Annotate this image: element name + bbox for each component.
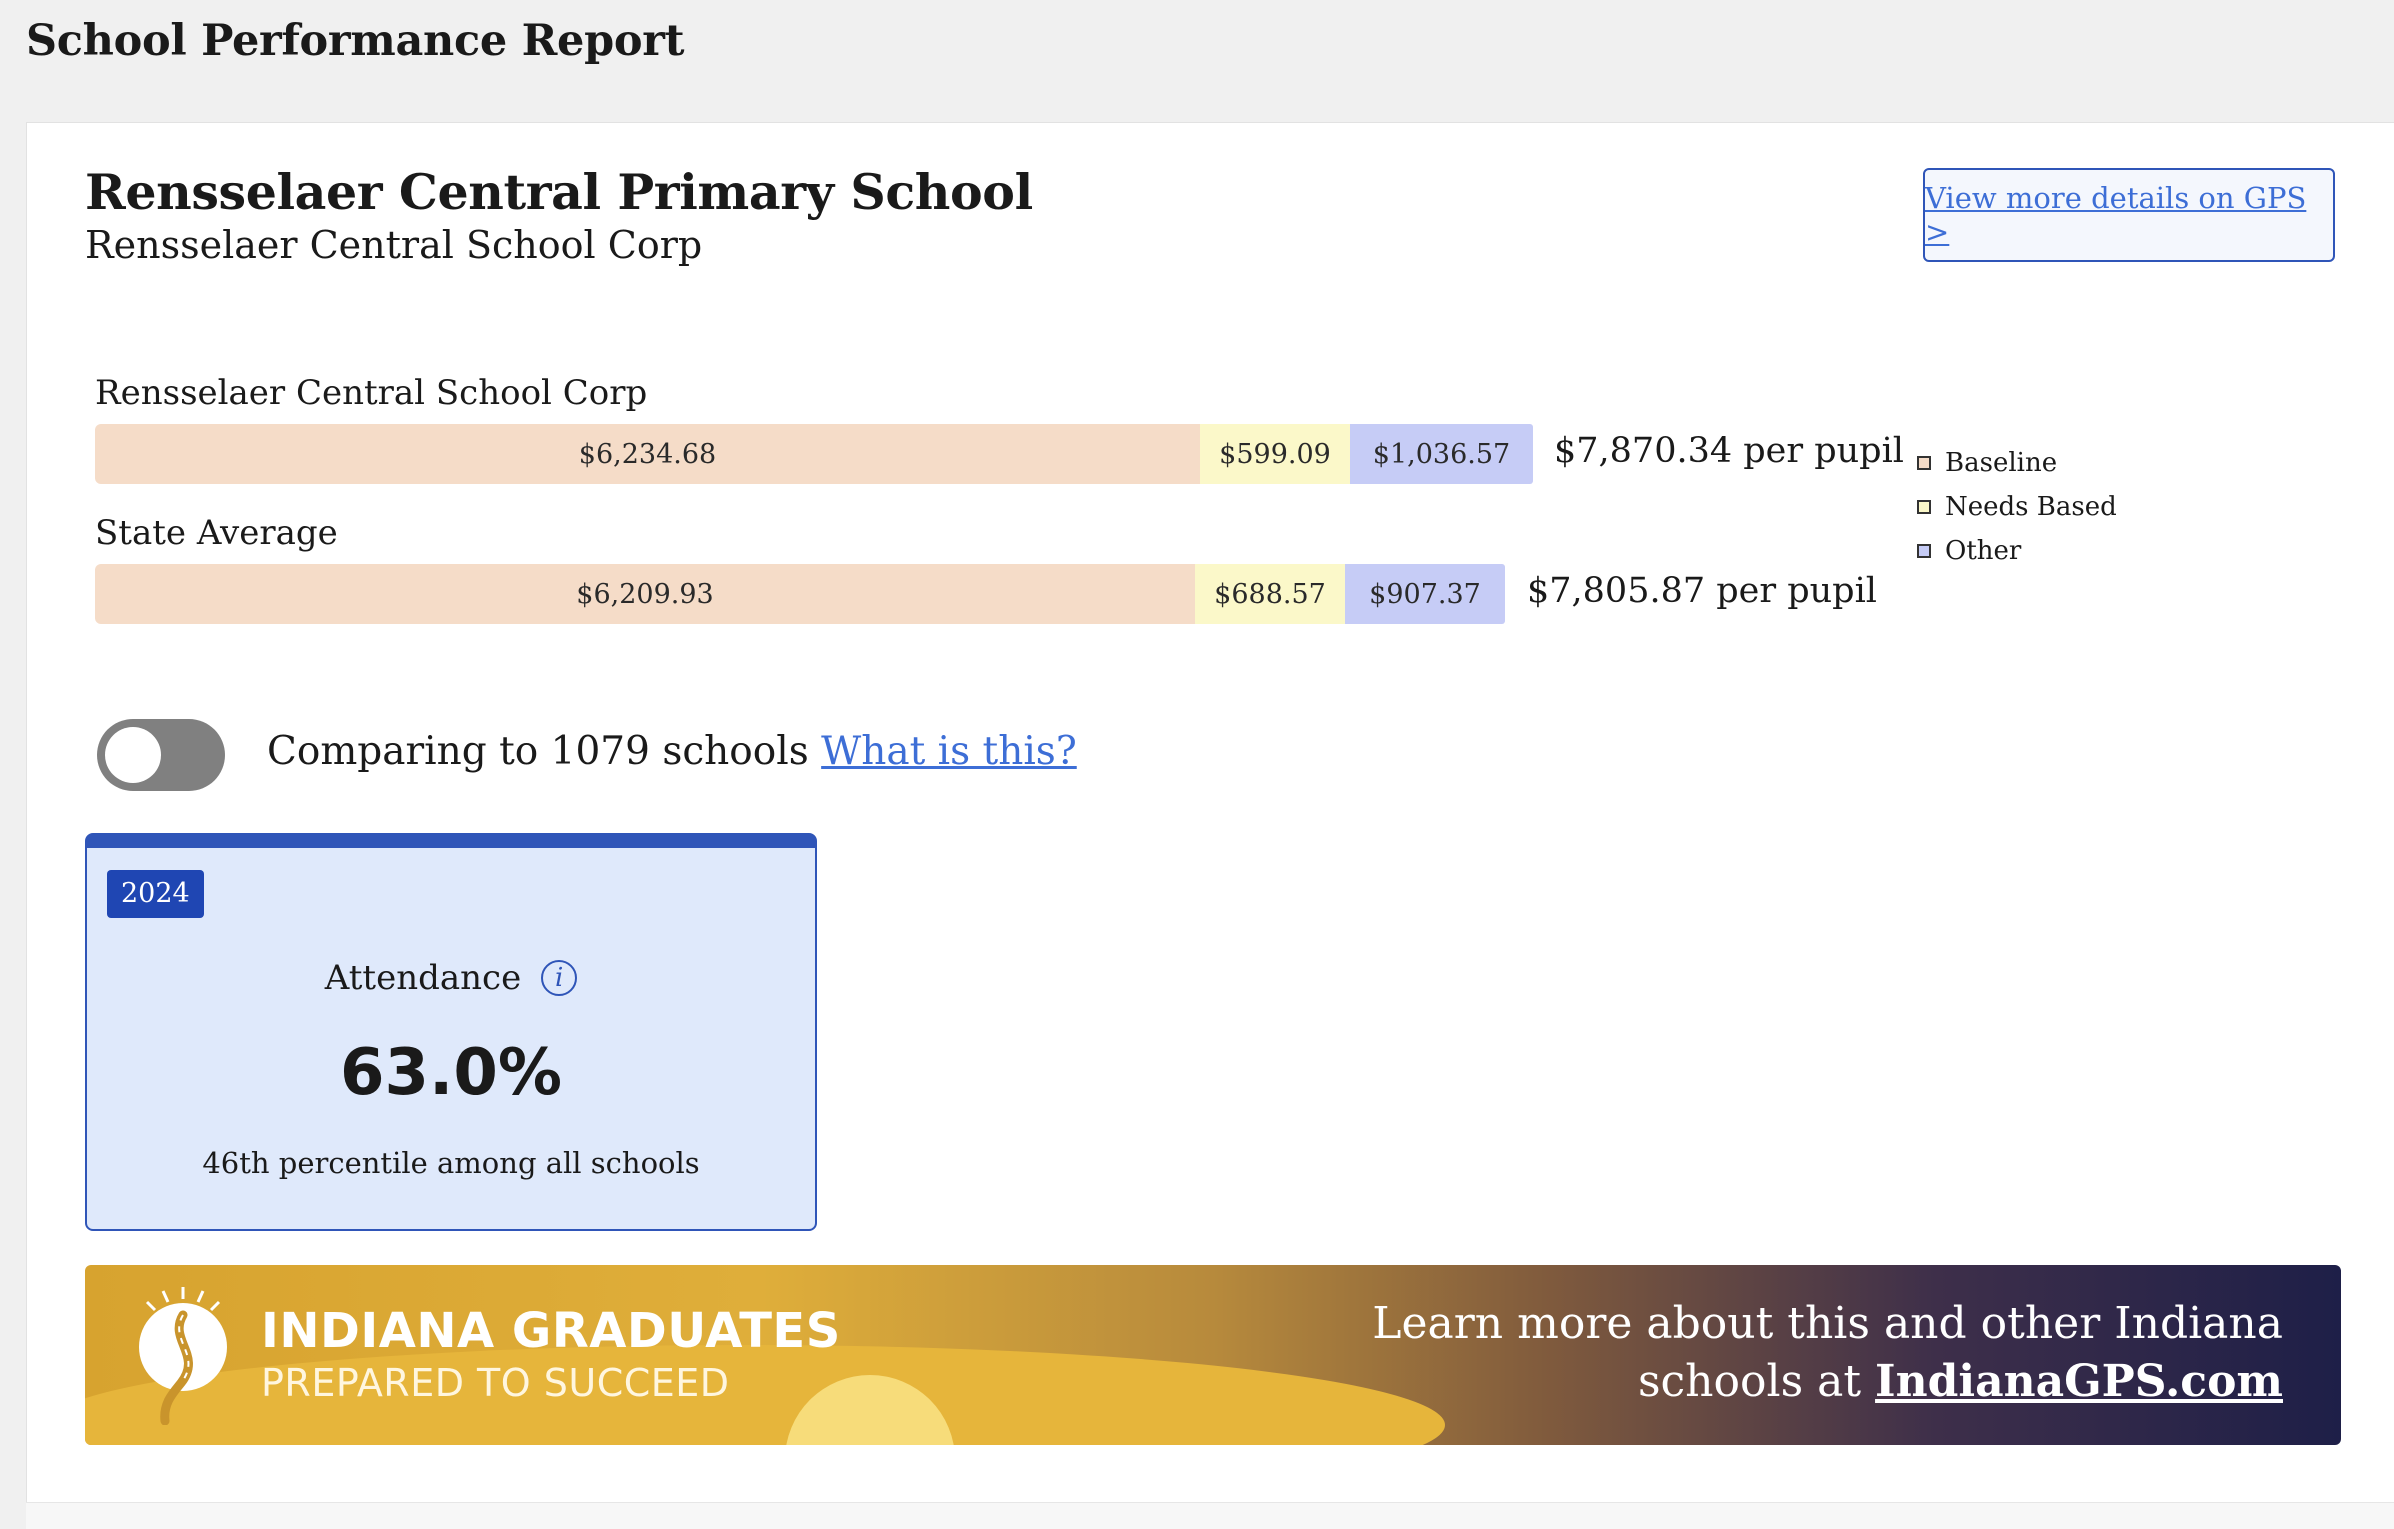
indiana-graduates-logo-icon xyxy=(139,1287,227,1425)
view-gps-details-button[interactable]: View more details on GPS > xyxy=(1923,168,2335,262)
comparison-text-row: Comparing to 1079 schools What is this? xyxy=(267,729,1077,774)
baseline-segment: $6,234.68 xyxy=(95,424,1200,484)
info-icon[interactable]: i xyxy=(541,960,578,996)
legend-item-other: Other xyxy=(1917,529,2117,573)
bottom-strip xyxy=(26,1502,2394,1529)
baseline-segment: $6,209.93 xyxy=(95,564,1195,624)
legend-label: Needs Based xyxy=(1945,492,2117,522)
funding-bar-state: $6,209.93 $688.57 $907.37 xyxy=(95,564,1505,624)
toggle-knob xyxy=(105,727,161,783)
funding-row-label-corp: Rensselaer Central School Corp xyxy=(95,373,648,413)
legend-label: Other xyxy=(1945,536,2022,566)
attendance-percentile: 46th percentile among all schools xyxy=(202,1146,700,1180)
legend-item-needs-based: Needs Based xyxy=(1917,485,2117,529)
attendance-label-row: Attendance i xyxy=(87,958,815,998)
baseline-swatch xyxy=(1917,456,1931,470)
attendance-value: 63.0% xyxy=(339,1036,563,1110)
other-segment: $907.37 xyxy=(1345,564,1505,624)
needs-based-segment: $688.57 xyxy=(1195,564,1345,624)
comparison-toggle[interactable] xyxy=(97,719,225,791)
page-title: School Performance Report xyxy=(26,16,685,66)
other-segment: $1,036.57 xyxy=(1350,424,1533,484)
needs-based-swatch xyxy=(1917,500,1931,514)
funding-row-label-state: State Average xyxy=(95,513,338,553)
year-badge: 2024 xyxy=(107,870,204,918)
other-swatch xyxy=(1917,544,1931,558)
indiana-gps-link[interactable]: IndianaGPS.com xyxy=(1875,1356,2283,1407)
legend-label: Baseline xyxy=(1945,448,2058,478)
banner-subtitle: PREPARED TO SUCCEED xyxy=(261,1361,730,1405)
banner-text-line1: Learn more about this and other Indiana xyxy=(1372,1298,2283,1349)
what-is-this-link[interactable]: What is this? xyxy=(821,729,1077,774)
attendance-label: Attendance xyxy=(324,958,522,998)
funding-bar-corp: $6,234.68 $599.09 $1,036.57 xyxy=(95,424,1533,484)
banner-title: INDIANA GRADUATES xyxy=(261,1303,841,1359)
banner-text-prefix: schools at xyxy=(1637,1356,1876,1407)
funding-total-state: $7,805.87 per pupil xyxy=(1527,571,1877,611)
funding-total-corp: $7,870.34 per pupil xyxy=(1554,431,1904,471)
funding-legend: Baseline Needs Based Other xyxy=(1917,441,2117,573)
report-card: Rensselaer Central Primary School Rensse… xyxy=(26,122,2394,1503)
attendance-card: 2024 Attendance i 63.0% 46th percentile … xyxy=(85,833,817,1231)
needs-based-segment: $599.09 xyxy=(1200,424,1350,484)
banner-text-line2: schools at IndianaGPS.com xyxy=(1372,1353,2283,1411)
school-name: Rensselaer Central Primary School xyxy=(85,163,1033,221)
corporation-name: Rensselaer Central School Corp xyxy=(85,223,703,267)
indiana-gps-banner[interactable]: INDIANA GRADUATES PREPARED TO SUCCEED Le… xyxy=(85,1265,2341,1445)
comparison-text: Comparing to 1079 schools xyxy=(267,729,809,774)
banner-message: Learn more about this and other Indiana … xyxy=(1372,1295,2283,1411)
legend-item-baseline: Baseline xyxy=(1917,441,2117,485)
